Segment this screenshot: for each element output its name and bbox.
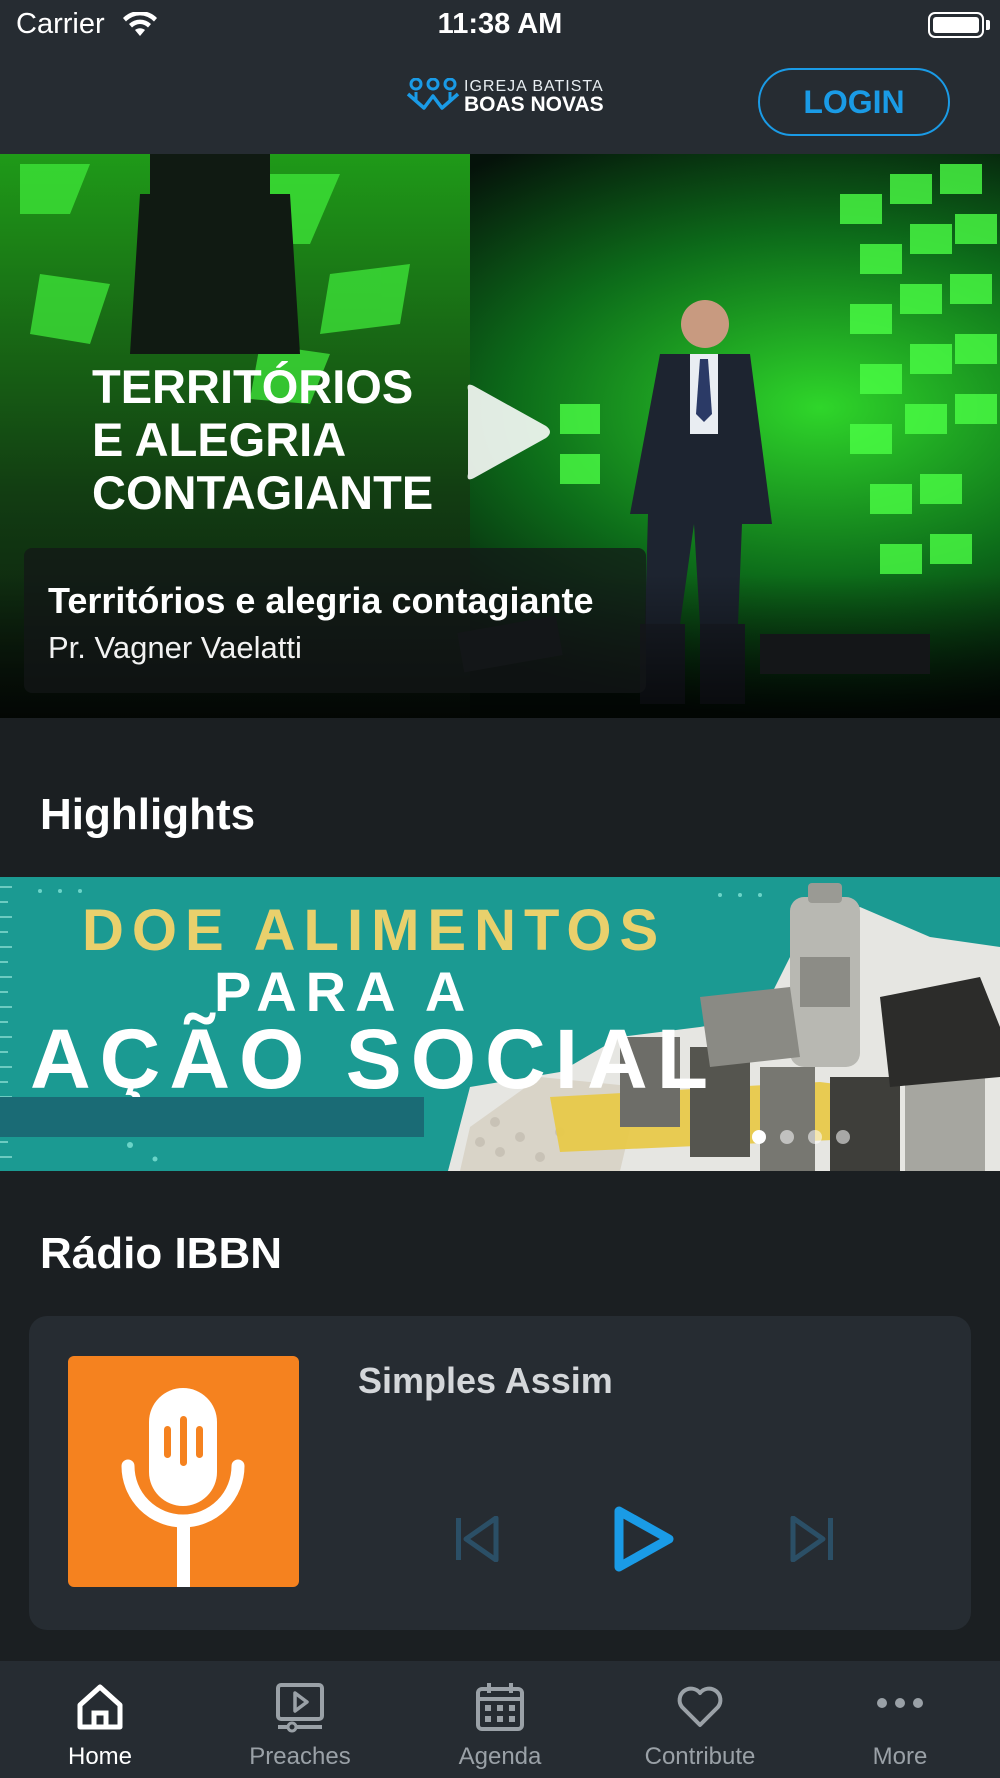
banner-text-line3: AÇÃO SOCIAL <box>30 1012 717 1106</box>
carousel-page-indicator[interactable] <box>752 1130 864 1149</box>
carousel-dot[interactable] <box>752 1130 766 1144</box>
play-radio-icon[interactable] <box>613 1506 675 1572</box>
next-track-icon[interactable] <box>789 1516 837 1562</box>
video-preacher: Pr. Vagner Vaelatti <box>48 630 302 665</box>
banner-text-line1: DOE ALIMENTOS <box>82 898 667 963</box>
video-title: Territórios e alegria contagiante <box>48 580 594 621</box>
microphone-icon <box>121 1388 245 1589</box>
calendar-icon <box>476 1683 524 1731</box>
radio-heading: Rádio IBBN <box>40 1229 282 1278</box>
logo-text-bottom: BOAS NOVAS <box>464 93 604 116</box>
tab-agenda[interactable]: Agenda <box>400 1661 600 1778</box>
radio-track-title: Simples Assim <box>358 1360 613 1401</box>
highlight-banner[interactable]: DOE ALIMENTOS PARA A AÇÃO SOCIAL <box>0 877 1000 1171</box>
tab-contribute[interactable]: Contribute <box>600 1661 800 1778</box>
church-logo: IGREJA BATISTA BOAS NOVAS <box>406 76 604 116</box>
tab-label: Preaches <box>249 1743 351 1770</box>
play-video-icon[interactable] <box>458 382 554 482</box>
battery-tip <box>986 20 990 30</box>
clock: 11:38 AM <box>437 8 563 40</box>
heart-icon <box>677 1686 723 1727</box>
hero-overlay-title: TERRITÓRIOS E ALEGRIA CONTAGIANTE <box>92 360 433 519</box>
video-icon <box>276 1683 324 1733</box>
tab-more[interactable]: More <box>800 1661 1000 1778</box>
tab-label: Home <box>67 1743 133 1770</box>
tab-label: Contribute <box>644 1743 756 1770</box>
radio-artwork <box>68 1356 299 1589</box>
highlights-heading: Highlights <box>40 790 256 839</box>
login-button[interactable]: LOGIN <box>758 68 950 136</box>
tab-home[interactable]: Home <box>0 1661 200 1778</box>
radio-player-card: Simples Assim <box>29 1316 971 1630</box>
battery-icon <box>928 12 984 38</box>
carousel-dot[interactable] <box>836 1130 850 1144</box>
status-bar: Carrier 11:38 AM <box>0 0 1000 50</box>
logo-people-icon <box>406 78 460 110</box>
previous-track-icon[interactable] <box>452 1516 500 1562</box>
video-caption: Territórios e alegria contagiante Pr. Va… <box>24 548 646 693</box>
tab-label: More <box>872 1743 928 1770</box>
hero-overlay-line1: TERRITÓRIOS <box>92 360 414 413</box>
banner-stripe <box>0 1097 424 1137</box>
hero-overlay-line2: E ALEGRIA <box>92 413 347 466</box>
carousel-dot[interactable] <box>780 1130 794 1144</box>
tab-preaches[interactable]: Preaches <box>200 1661 400 1778</box>
app-header: IGREJA BATISTA BOAS NOVAS LOGIN <box>0 50 1000 154</box>
bottom-tab-bar: Home Preaches Agenda Contribute More <box>0 1661 1000 1778</box>
featured-video[interactable]: TERRITÓRIOS E ALEGRIA CONTAGIANTE Territ… <box>0 154 1000 718</box>
hero-overlay-line3: CONTAGIANTE <box>92 466 434 519</box>
home-icon <box>77 1684 123 1730</box>
tab-label: Agenda <box>458 1743 542 1770</box>
more-icon <box>877 1698 923 1708</box>
carousel-dot[interactable] <box>808 1130 822 1144</box>
